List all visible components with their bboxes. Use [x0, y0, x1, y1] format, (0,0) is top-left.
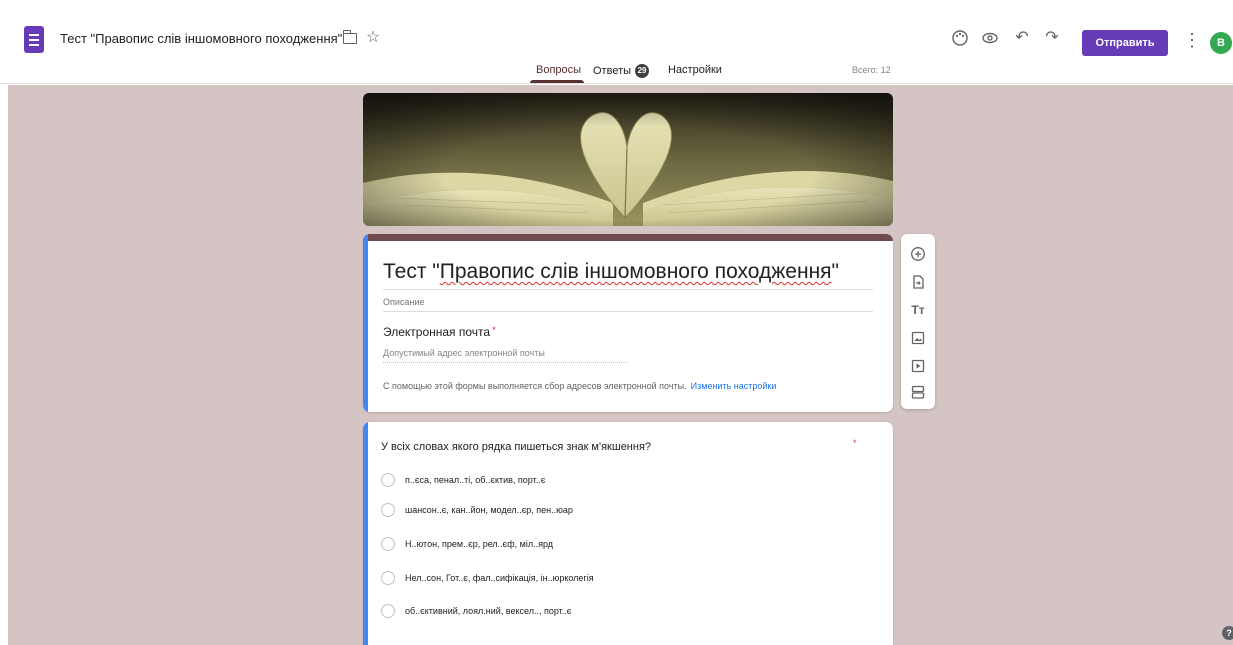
option-3-radio[interactable] — [381, 537, 395, 551]
more-vert-icon[interactable]: ⋮ — [1183, 28, 1201, 52]
option-2-label: шансон..є, кан..йон, модел..єр, пен..юар — [405, 505, 573, 515]
title-divider — [383, 289, 873, 290]
answers-count-badge: 29 — [635, 64, 650, 78]
email-note-text: С помощью этой формы выполняется сбор ад… — [383, 381, 687, 391]
preview-eye-icon[interactable] — [978, 26, 1002, 50]
description-input[interactable]: Описание — [383, 297, 424, 307]
palette-icon[interactable] — [948, 26, 972, 50]
send-button[interactable]: Отправить — [1082, 30, 1168, 56]
redo-icon[interactable]: ↷ — [1040, 26, 1064, 50]
folder-icon[interactable] — [343, 30, 357, 44]
form-title-card: Тест "Правопис слів іншомовного походжен… — [363, 234, 893, 412]
top-bar: Тест "Правопис слів іншомовного походжен… — [0, 0, 1233, 84]
book-heart-image — [363, 93, 893, 226]
undo-icon[interactable]: ↶ — [1010, 26, 1034, 50]
document-title[interactable]: Тест "Правопис слів іншомовного походжен… — [60, 31, 342, 46]
form-title-prefix: Тест " — [383, 260, 440, 283]
total-points: Всего: 12 — [852, 65, 891, 75]
forms-app-icon[interactable] — [24, 26, 44, 53]
tab-answers-label: Ответы — [593, 64, 632, 77]
question-focus-indicator — [363, 422, 368, 645]
header-row: Тест "Правопис слів іншомовного походжен… — [0, 12, 1233, 56]
tab-questions[interactable]: Вопросы — [536, 64, 581, 76]
option-1-radio[interactable] — [381, 473, 395, 487]
star-icon[interactable]: ☆ — [366, 28, 380, 48]
email-collection-note: С помощью этой формы выполняется сбор ад… — [383, 381, 776, 391]
change-settings-link[interactable]: Изменить настройки — [691, 381, 777, 391]
form-title-main: Правопис слів іншомовного походження — [439, 260, 832, 283]
tab-answers[interactable]: Ответы 29 — [593, 64, 650, 78]
question-title[interactable]: У всіх словах якого рядка пишеться знак … — [381, 441, 651, 453]
required-mark: * — [492, 325, 496, 335]
option-4-radio[interactable] — [381, 571, 395, 585]
option-4-label: Нел..сон, Гот..є, фал..сифікація, ін..юр… — [405, 573, 594, 583]
header-image[interactable] — [363, 93, 893, 226]
email-field-label: Электронная почта * — [383, 325, 496, 339]
focus-indicator — [363, 234, 368, 412]
option-2-radio[interactable] — [381, 503, 395, 517]
form-title-suffix: " — [831, 260, 840, 283]
email-field[interactable]: Допустимый адрес электронной почты — [383, 348, 628, 363]
tabs-bar: Вопросы Ответы 29 Настройки Всего: 12 — [0, 60, 1233, 84]
side-toolbar: Tт — [901, 234, 935, 409]
tab-settings[interactable]: Настройки — [668, 64, 722, 76]
add-image-icon[interactable] — [910, 330, 926, 346]
help-icon[interactable]: ? — [1222, 626, 1233, 640]
active-tab-indicator — [530, 80, 584, 83]
add-title-text-icon[interactable]: Tт — [910, 302, 926, 318]
import-questions-icon[interactable] — [910, 274, 926, 290]
avatar[interactable]: B — [1210, 32, 1232, 54]
description-divider — [383, 311, 873, 312]
add-video-icon[interactable] — [910, 358, 926, 374]
email-label-text: Электронная почта — [383, 325, 491, 339]
form-editor-area: Тест "Правопис слів іншомовного походжен… — [8, 85, 1233, 645]
form-title[interactable]: Тест "Правопис слів іншомовного походжен… — [383, 260, 839, 284]
option-3-label: Н..ютон, прем..єр, рел..єф, міл..ярд — [405, 539, 554, 549]
option-5-radio[interactable] — [381, 604, 395, 618]
question-card[interactable]: У всіх словах якого рядка пишеться знак … — [363, 422, 893, 645]
theme-band — [363, 234, 893, 241]
option-5-label: об..єктивний, лоял.ний, вексел.., порт..… — [405, 606, 572, 616]
add-section-icon[interactable] — [910, 384, 926, 400]
question-required-mark: * — [853, 438, 857, 448]
option-1-label: п..єса, пенал..ті, об..єктив, порт..є — [405, 475, 546, 485]
add-question-icon[interactable] — [910, 246, 926, 262]
